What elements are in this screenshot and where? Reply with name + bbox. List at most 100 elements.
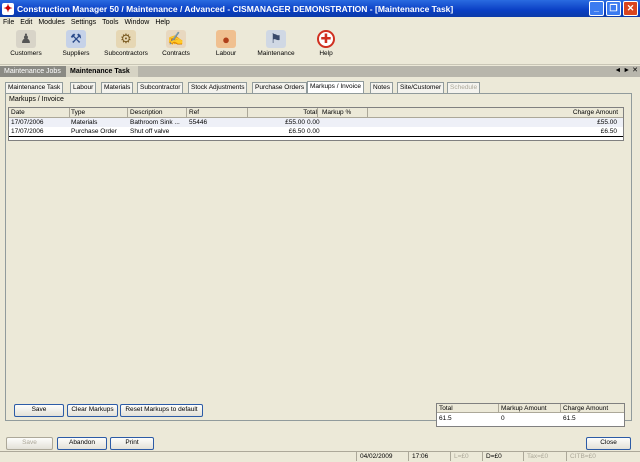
totals-header-charge: Charge Amount [561, 404, 624, 413]
suppliers-icon: ⚒ [66, 30, 86, 48]
print-button[interactable]: Print [110, 437, 154, 450]
tab-maintenance-task-details[interactable]: Maintenance Task [5, 82, 64, 93]
tab-schedule: Schedule [447, 82, 481, 93]
status-date: 04/02/2009 [356, 452, 408, 461]
menu-modules[interactable]: Modules [35, 19, 67, 26]
toolbar-labour-button[interactable]: ● Labour [210, 30, 242, 57]
help-icon: ✚ [317, 30, 335, 48]
cell-charge-amount: £55.00 [597, 119, 617, 126]
totals-value-charge: 61.5 [563, 415, 576, 422]
toolbar: ♟ Customers ⚒ Suppliers ⚙ Subcontractors… [0, 28, 640, 65]
col-type[interactable]: Type [69, 108, 128, 117]
cell-date: 17/07/2006 [11, 128, 44, 135]
clear-markups-button[interactable]: Clear Markups [67, 404, 118, 417]
document-tabs: Maintenance Jobs Maintenance Task ◄ ► ✕ [0, 66, 640, 77]
menu-window[interactable]: Window [121, 19, 152, 26]
status-l: L=£0 [450, 452, 482, 461]
toolbar-subcontractors-button[interactable]: ⚙ Subcontractors [102, 30, 150, 57]
col-total[interactable]: Total [248, 108, 318, 117]
table-row[interactable]: 17/07/2006 Purchase Order Shut off valve… [9, 127, 623, 136]
grid-separator [9, 136, 623, 137]
totals-grid: Total Markup Amount Charge Amount 61.5 0… [436, 403, 625, 427]
document-tabs-nav[interactable]: ◄ ► ✕ [614, 66, 638, 74]
minimize-button[interactable]: _ [589, 1, 604, 16]
menu-tools[interactable]: Tools [99, 19, 121, 26]
markups-grid[interactable]: Date Type Description Ref Total Markup %… [8, 107, 624, 141]
cell-total: £6.50 [288, 128, 305, 135]
toolbar-label: Labour [215, 50, 237, 57]
menu-bar: File Edit Modules Settings Tools Window … [0, 17, 640, 28]
cell-total: £55.00 [285, 119, 305, 126]
tab-maintenance-jobs[interactable]: Maintenance Jobs [0, 66, 66, 77]
totals-value-markup: 0 [501, 415, 505, 422]
reset-markups-button[interactable]: Reset Markups to default [120, 404, 203, 417]
toolbar-maintenance-button[interactable]: ⚑ Maintenance [254, 30, 298, 57]
tab-purchase-orders[interactable]: Purchase Orders [252, 82, 308, 93]
cell-markup: 0.00 [307, 128, 320, 135]
cell-charge-amount: £6.50 [600, 128, 617, 135]
app-icon: ✦ [2, 2, 14, 15]
save-markups-button[interactable]: Save [14, 404, 64, 417]
cell-type: Materials [71, 119, 98, 126]
window-title: Construction Manager 50 / Maintenance / … [17, 3, 454, 14]
cell-description: Bathroom Sink ... [130, 119, 180, 126]
status-time: 17:06 [408, 452, 436, 461]
toolbar-customers-button[interactable]: ♟ Customers [8, 30, 44, 57]
cell-markup: 0.00 [307, 119, 320, 126]
totals-value-total: 61.5 [439, 415, 452, 422]
tab-maintenance-task[interactable]: Maintenance Task [66, 66, 138, 77]
maintenance-icon: ⚑ [266, 30, 286, 48]
status-d: D=£0 [482, 452, 516, 461]
tab-markups-invoice[interactable]: Markups / Invoice [307, 81, 364, 93]
toolbar-label: Customers [10, 50, 42, 57]
col-date[interactable]: Date [9, 108, 70, 117]
table-row[interactable]: 17/07/2006 Materials Bathroom Sink ... 5… [9, 118, 623, 127]
tab-labour[interactable]: Labour [70, 82, 97, 93]
toolbar-label: Maintenance [257, 50, 295, 57]
col-description[interactable]: Description [128, 108, 187, 117]
totals-header-markup: Markup Amount [499, 404, 561, 413]
restore-button[interactable]: ❐ [606, 1, 621, 16]
subcontractors-icon: ⚙ [116, 30, 136, 48]
totals-header-total: Total [437, 404, 499, 413]
tab-notes[interactable]: Notes [370, 82, 393, 93]
menu-help[interactable]: Help [152, 19, 172, 26]
status-citb: CITB=£0 [566, 452, 610, 461]
title-bar: ✦ Construction Manager 50 / Maintenance … [0, 0, 640, 17]
cell-ref [189, 127, 245, 136]
cell-date: 17/07/2006 [11, 119, 44, 126]
grid-header: Date Type Description Ref Total Markup %… [9, 108, 623, 118]
save-button: Save [6, 437, 53, 450]
contracts-icon: ✍ [166, 30, 186, 48]
tab-site-customer[interactable]: Site/Customer [397, 82, 445, 93]
toolbar-contracts-button[interactable]: ✍ Contracts [158, 30, 194, 57]
status-tax: Tax=£0 [523, 452, 563, 461]
abandon-button[interactable]: Abandon [57, 437, 107, 450]
menu-edit[interactable]: Edit [17, 19, 35, 26]
col-markup[interactable]: Markup % [320, 108, 368, 117]
bottom-button-bar: Save Abandon Print Close [0, 435, 640, 451]
labour-icon: ● [216, 30, 236, 48]
cell-ref: 55446 [189, 119, 208, 126]
group-label: Markups / Invoice [9, 96, 64, 103]
toolbar-label: Contracts [162, 50, 190, 57]
toolbar-label: Subcontractors [104, 50, 148, 57]
toolbar-suppliers-button[interactable]: ⚒ Suppliers [58, 30, 94, 57]
toolbar-label: Suppliers [62, 50, 90, 57]
menu-file[interactable]: File [0, 19, 17, 26]
markups-invoice-panel: Markups / Invoice [5, 93, 632, 421]
cell-description: Shut off valve [130, 128, 170, 135]
cell-type: Purchase Order [71, 128, 117, 135]
status-bar: 04/02/2009 17:06 L=£0 D=£0 Tax=£0 CITB=£… [0, 451, 640, 462]
tab-materials[interactable]: Materials [101, 82, 134, 93]
col-ref[interactable]: Ref [187, 108, 248, 117]
tab-stock-adjustments[interactable]: Stock Adjustments [188, 82, 248, 93]
toolbar-help-button[interactable]: ✚ Help [312, 30, 340, 57]
tab-subcontractor[interactable]: Subcontractor [137, 82, 184, 93]
toolbar-label: Help [319, 50, 333, 57]
close-window-button[interactable]: ✕ [623, 1, 638, 16]
customers-icon: ♟ [16, 30, 36, 48]
col-charge-amount[interactable]: Charge Amount [368, 108, 618, 117]
menu-settings[interactable]: Settings [68, 19, 99, 26]
close-button[interactable]: Close [586, 437, 631, 450]
